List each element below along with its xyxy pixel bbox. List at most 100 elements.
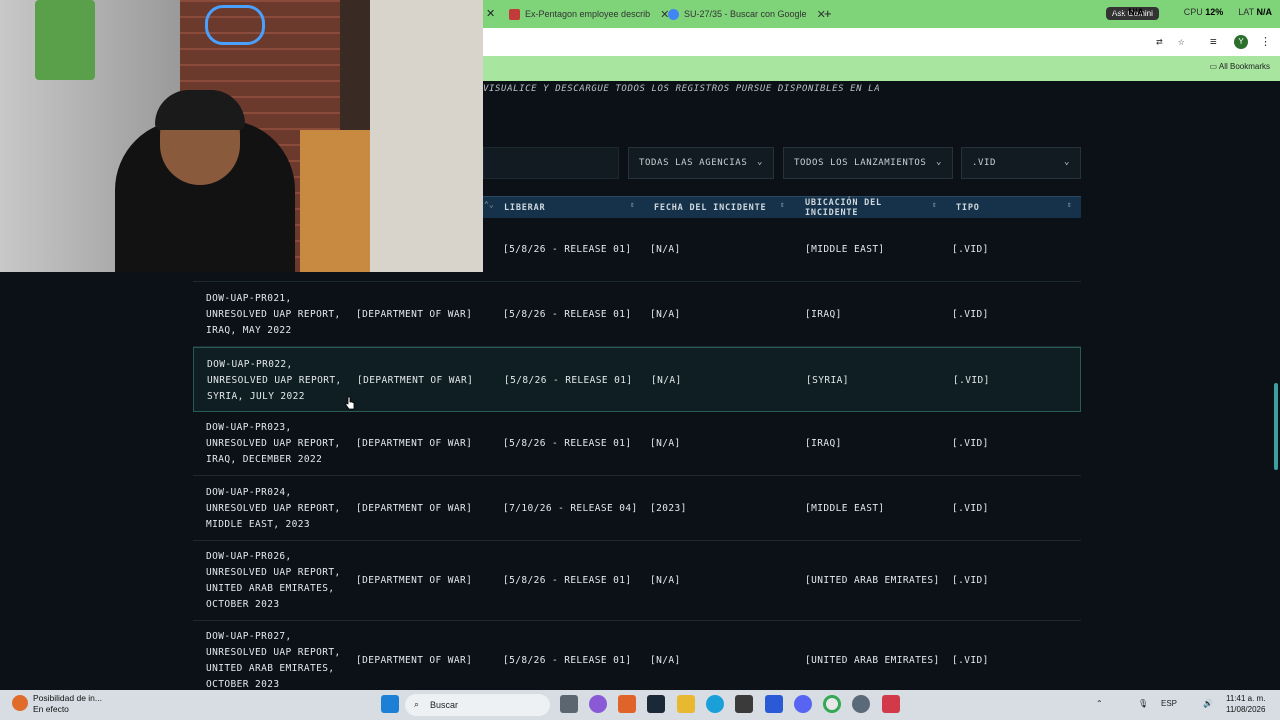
chevron-down-icon: ⌄ [756,157,763,167]
sort-icon[interactable]: ⌃⌄ [484,200,494,209]
translate-icon[interactable]: ⇄ [1156,35,1163,48]
record-title[interactable]: DOW-UAP-PR021, UNRESOLVED UAP REPORT, IR… [206,291,341,339]
table-header: ⌃⌄ LIBERAR ⇕ FECHA DEL INCIDENTE ⇕ UBICA… [483,196,1081,218]
record-date: [N/A] [650,575,681,586]
news-favicon-icon [509,8,520,20]
record-title[interactable]: DOW-UAP-PR026, UNRESOLVED UAP REPORT, UN… [206,549,341,613]
table-row[interactable]: DOW-UAP-PR026, UNRESOLVED UAP REPORT, UN… [193,541,1081,621]
record-location: [UNITED ARAB EMIRATES] [805,575,940,586]
performance-stats: FPS N/A CPU 12% LAT N/A [1108,7,1272,17]
new-tab-button[interactable]: + [824,6,832,21]
copilot-icon[interactable] [589,695,607,713]
record-release: [5/8/26 - RELEASE 01] [503,655,632,666]
task-view-icon[interactable] [560,695,578,713]
address-bar[interactable]: ⇄ ☆ ≡ Y ⋮ [483,28,1280,56]
column-header-date[interactable]: FECHA DEL INCIDENTE [654,203,766,213]
google-favicon-icon [668,8,679,20]
record-agency: [DEPARTMENT OF WAR] [356,503,473,514]
record-title[interactable]: DOW-UAP-PR024, UNRESOLVED UAP REPORT, MI… [206,485,341,533]
column-header-release[interactable]: LIBERAR [504,203,545,213]
search-icon: ⌕ [414,699,420,709]
record-type: [.VID] [952,655,989,666]
record-type: [.VID] [952,575,989,586]
sort-icon[interactable]: ⇕ [780,200,785,209]
microphone-icon[interactable]: 🎙 [1138,699,1148,708]
app-icon[interactable] [882,695,900,713]
scrollbar-thumb[interactable] [1274,383,1278,470]
steam-icon[interactable] [647,695,665,713]
column-header-type[interactable]: TIPO [956,203,980,213]
record-type: [.VID] [952,503,989,514]
profile-avatar[interactable]: Y [1234,35,1248,49]
table-row[interactable]: DOW-UAP-PR022, UNRESOLVED UAP REPORT, SY… [193,347,1081,412]
agency-filter[interactable]: TODAS LAS AGENCIAS ⌄ [628,147,774,179]
store-icon[interactable] [735,695,753,713]
menu-icon[interactable]: ⋮ [1260,35,1271,48]
record-title[interactable]: DOW-UAP-PR022, UNRESOLVED UAP REPORT, SY… [207,357,342,405]
clock[interactable]: 11:41 a. m. 11/08/2026 [1226,693,1265,715]
file-explorer-icon[interactable] [677,695,695,713]
table-row[interactable]: DOW-UAP-PR024, UNRESOLVED UAP REPORT, MI… [193,476,1081,541]
record-title[interactable]: DOW-UAP-PR027, UNRESOLVED UAP REPORT, UN… [206,629,341,693]
table-row[interactable]: DOW-UAP-PR027, UNRESOLVED UAP REPORT, UN… [193,621,1081,701]
table-row[interactable]: DOW-UAP-PR023, UNRESOLVED UAP REPORT, IR… [193,412,1081,476]
hand-cursor-icon [345,396,355,410]
windows-start-icon[interactable] [381,695,399,713]
record-agency: [DEPARTMENT OF WAR] [356,575,473,586]
streamer-cap [155,90,245,130]
record-location: [SYRIA] [806,375,849,386]
record-type: [.VID] [952,438,989,449]
record-date: [N/A] [650,244,681,255]
record-agency: [DEPARTMENT OF WAR] [356,309,473,320]
language-indicator[interactable]: ESP [1161,699,1177,708]
release-filter[interactable]: TODOS LOS LANZAMIENTOS ⌄ [783,147,953,179]
record-location: [IRAQ] [805,309,842,320]
record-location: [MIDDLE EAST] [805,244,885,255]
record-release: [5/8/26 - RELEASE 01] [503,309,632,320]
sort-icon[interactable]: ⇕ [932,200,937,209]
weather-alert-icon [12,695,28,711]
type-filter[interactable]: .VID ⌄ [961,147,1081,179]
chevron-down-icon: ⌄ [1063,157,1070,167]
neon-controller-sign [205,5,265,45]
record-location: [UNITED ARAB EMIRATES] [805,655,940,666]
table-row[interactable]: [5/8/26 - RELEASE 01] [N/A] [MIDDLE EAST] [… [193,218,1081,282]
bookmark-star-icon[interactable]: ☆ [1178,35,1185,48]
record-agency: [DEPARTMENT OF WAR] [356,438,473,449]
table-row[interactable]: DOW-UAP-PR021, UNRESOLVED UAP REPORT, IR… [193,282,1081,347]
all-bookmarks-button[interactable]: ▭ All Bookmarks [1210,62,1270,71]
record-release: [5/8/26 - RELEASE 01] [503,244,632,255]
taskbar-search[interactable]: ⌕ Buscar [405,694,550,716]
record-date: [N/A] [650,438,681,449]
discord-icon[interactable] [794,695,812,713]
tray-overflow-icon[interactable]: ⌃ [1096,699,1103,708]
record-date: [N/A] [650,309,681,320]
record-title[interactable]: DOW-UAP-PR023, UNRESOLVED UAP REPORT, IR… [206,420,341,468]
tab-title: SU-27/35 - Buscar con Google [684,9,807,19]
record-date: [N/A] [650,655,681,666]
volume-icon[interactable]: 🔊 [1203,699,1213,708]
tab-google-search[interactable]: SU-27/35 - Buscar con Google ✕ [668,4,826,24]
record-type: [.VID] [952,244,989,255]
record-location: [IRAQ] [805,438,842,449]
page-subtitle: VISUALICE Y DESCARGUE TODOS LOS REGISTRO… [483,84,881,94]
tab-ex-pentagon[interactable]: Ex-Pentagon employee describ ✕ [509,4,669,24]
record-date: [N/A] [651,375,682,386]
reading-list-icon[interactable]: ≡ [1210,35,1217,48]
app-icon[interactable] [765,695,783,713]
chrome-icon[interactable] [823,695,841,713]
record-release: [5/8/26 - RELEASE 01] [504,375,633,386]
webcam-jersey [35,0,95,80]
sort-icon[interactable]: ⇕ [630,200,635,209]
taskbar: Posibilidad de in... En efecto ⌕ Buscar … [0,690,1280,720]
record-release: [7/10/26 - RELEASE 04] [503,503,638,514]
bookmarks-bar: ▭ All Bookmarks [483,56,1280,81]
app-icon[interactable] [852,695,870,713]
column-header-location[interactable]: UBICACIÓN DEL INCIDENTE [805,198,915,218]
sort-icon[interactable]: ⇕ [1067,200,1072,209]
close-icon[interactable]: ✕ [486,7,495,20]
edge-icon[interactable] [706,695,724,713]
app-icon[interactable] [618,695,636,713]
search-input[interactable] [483,147,619,179]
record-date: [2023] [650,503,687,514]
